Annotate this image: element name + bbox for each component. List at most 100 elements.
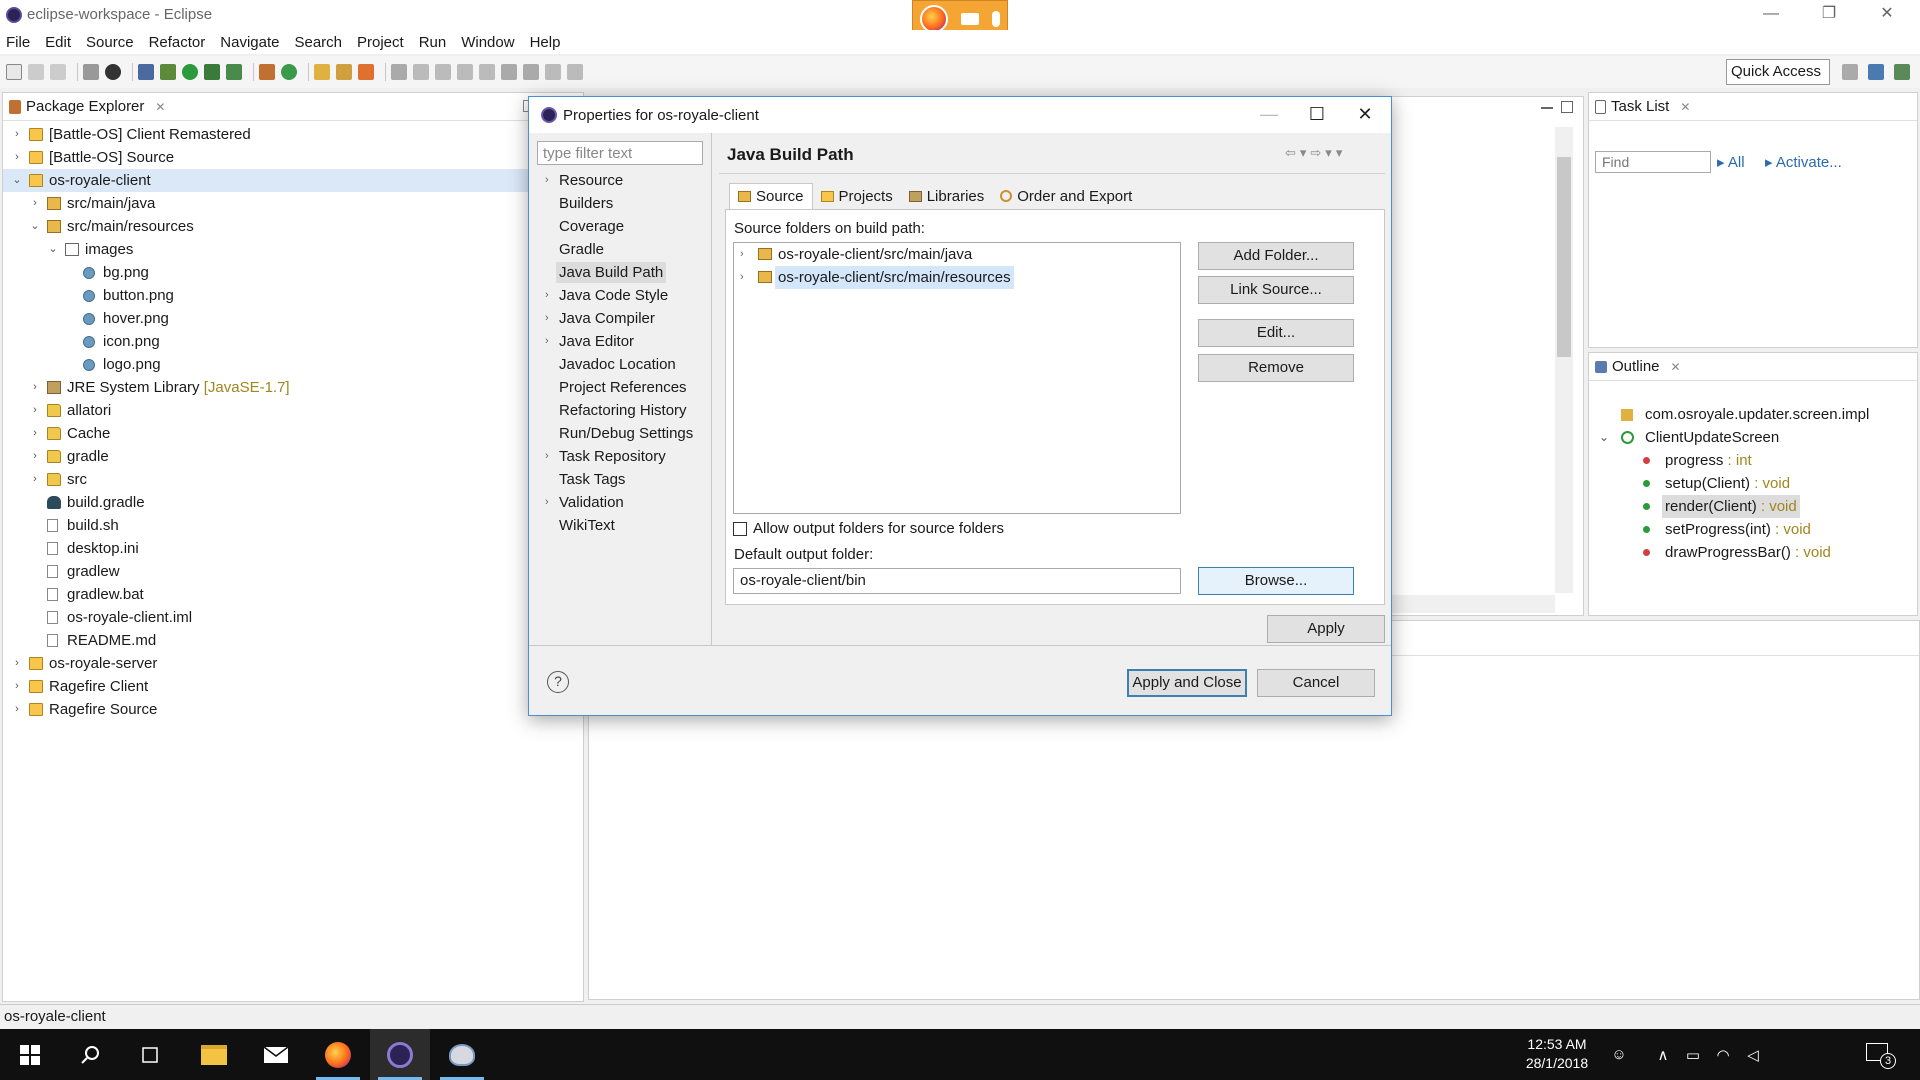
menu-file[interactable]: File — [6, 34, 30, 51]
tab-order-export[interactable]: Order and Export — [992, 183, 1140, 209]
property-page-item[interactable]: › Java Compiler — [529, 307, 711, 330]
chevron-down-icon[interactable]: ⌄ — [11, 169, 23, 192]
open-perspective-icon[interactable] — [1842, 64, 1858, 80]
chevron-right-icon[interactable]: › — [11, 675, 23, 698]
chevron-right-icon[interactable]: › — [29, 376, 41, 399]
package-explorer-tab[interactable]: Package Explorer ✕ — [9, 98, 165, 115]
block-selection-icon[interactable] — [457, 64, 473, 80]
chevron-right-icon[interactable]: › — [740, 243, 744, 266]
chevron-down-icon[interactable]: ⌄ — [29, 215, 41, 238]
debug-perspective-icon[interactable] — [1894, 64, 1910, 80]
chevron-right-icon[interactable]: › — [545, 284, 549, 307]
menu-window[interactable]: Window — [461, 34, 514, 51]
minimize-button[interactable]: — — [1742, 0, 1800, 30]
previous-annotation-icon[interactable] — [523, 64, 539, 80]
people-icon[interactable]: ☺ — [1610, 1046, 1628, 1063]
save-all-icon[interactable] — [50, 64, 66, 80]
close-tab-icon[interactable]: ✕ — [1671, 360, 1681, 374]
property-page-item[interactable]: Project References — [529, 376, 711, 399]
whitespace-icon[interactable] — [479, 64, 495, 80]
link-source-button[interactable]: Link Source... — [1198, 276, 1354, 304]
property-page-item[interactable]: Java Build Path — [529, 261, 711, 284]
property-page-item[interactable]: Builders — [529, 192, 711, 215]
help-icon[interactable]: ? — [547, 671, 569, 693]
tree-item[interactable]: gradlew — [3, 560, 583, 583]
menu-run[interactable]: Run — [419, 34, 447, 51]
checkbox-box[interactable] — [733, 521, 747, 536]
open-type-icon[interactable] — [314, 64, 330, 80]
outline-member[interactable]: render(Client) : void — [1589, 495, 1917, 518]
property-page-item[interactable]: › Validation — [529, 491, 711, 514]
edit-button[interactable]: Edit... — [1198, 319, 1354, 347]
mail-button[interactable] — [246, 1029, 306, 1080]
chevron-right-icon[interactable]: › — [545, 169, 549, 192]
task-view-button[interactable] — [120, 1029, 180, 1080]
forward-icon[interactable] — [567, 64, 583, 80]
chevron-right-icon[interactable]: › — [29, 468, 41, 491]
tree-item[interactable]: › [Battle-OS] Client Remastered — [3, 123, 583, 146]
tree-item[interactable]: README.md — [3, 629, 583, 652]
close-tab-icon[interactable]: ✕ — [1680, 100, 1690, 114]
property-page-item[interactable]: Run/Debug Settings — [529, 422, 711, 445]
tree-item[interactable]: › allatori — [3, 399, 583, 422]
quick-access-field[interactable]: Quick Access — [1726, 59, 1830, 85]
profile-icon[interactable] — [105, 64, 121, 80]
source-folder-item[interactable]: › os-royale-client/src/main/resources — [734, 266, 1180, 289]
tree-item[interactable]: logo.png — [3, 353, 583, 376]
dialog-close-button[interactable]: ✕ — [1341, 97, 1389, 133]
tree-item[interactable]: bg.png — [3, 261, 583, 284]
maximize-view-icon[interactable] — [1561, 101, 1573, 113]
new-java-package-icon[interactable] — [259, 64, 275, 80]
property-page-item[interactable]: › Java Code Style — [529, 284, 711, 307]
minimize-view-icon[interactable] — [1541, 107, 1553, 109]
chevron-right-icon[interactable]: › — [11, 146, 23, 169]
task-activate-link[interactable]: ▸ Activate... — [1765, 153, 1842, 171]
page-navigation[interactable]: ⇦▾⇨▾▾ — [1285, 145, 1346, 161]
java-perspective-icon[interactable] — [1868, 64, 1884, 80]
chevron-right-icon[interactable]: › — [29, 422, 41, 445]
start-button[interactable] — [0, 1029, 60, 1080]
new-icon[interactable] — [6, 64, 22, 80]
dialog-minimize-button[interactable]: — — [1245, 97, 1293, 133]
chevron-right-icon[interactable]: › — [29, 445, 41, 468]
source-folders-list[interactable]: › os-royale-client/src/main/java › os-royal… — [733, 242, 1181, 514]
tree-item[interactable]: desktop.ini — [3, 537, 583, 560]
menu-navigate[interactable]: Navigate — [220, 34, 279, 51]
coverage-icon[interactable] — [204, 64, 220, 80]
allow-output-checkbox[interactable]: Allow output folders for source folders — [733, 520, 1004, 537]
chevron-right-icon[interactable]: › — [545, 307, 549, 330]
chevron-right-icon[interactable]: › — [29, 192, 41, 215]
menu-refactor[interactable]: Refactor — [149, 34, 206, 51]
filter-input[interactable]: type filter text — [537, 141, 703, 165]
external-tools-icon[interactable] — [226, 64, 242, 80]
outline-member[interactable]: setProgress(int) : void — [1589, 518, 1917, 541]
apply-button[interactable]: Apply — [1267, 615, 1385, 643]
tree-item[interactable]: › [Battle-OS] Source — [3, 146, 583, 169]
vertical-scrollbar[interactable] — [1555, 127, 1573, 593]
tree-item[interactable]: › src/main/java — [3, 192, 583, 215]
toggle-mark-icon[interactable] — [435, 64, 451, 80]
tab-libraries[interactable]: Libraries — [901, 183, 993, 209]
chevron-right-icon[interactable]: › — [11, 698, 23, 721]
firefox-button[interactable] — [308, 1029, 368, 1080]
tab-projects[interactable]: Projects — [813, 183, 901, 209]
print-icon[interactable] — [83, 64, 99, 80]
property-page-item[interactable]: › Java Editor — [529, 330, 711, 353]
menu-edit[interactable]: Edit — [45, 34, 71, 51]
remove-button[interactable]: Remove — [1198, 354, 1354, 382]
chevron-down-icon[interactable]: ⌄ — [1599, 426, 1609, 449]
tree-item[interactable]: build.sh — [3, 514, 583, 537]
cancel-button[interactable]: Cancel — [1257, 669, 1375, 697]
close-tab-icon[interactable]: ✕ — [155, 100, 165, 114]
tree-item[interactable]: › Ragefire Source — [3, 698, 583, 721]
outline-member[interactable]: drawProgressBar() : void — [1589, 541, 1917, 564]
property-page-item[interactable]: › Resource — [529, 169, 711, 192]
run-icon[interactable] — [182, 64, 198, 80]
save-icon[interactable] — [28, 64, 44, 80]
task-find-input[interactable]: Find — [1595, 151, 1711, 173]
tree-item[interactable]: › src — [3, 468, 583, 491]
task-list-tab[interactable]: Task List ✕ — [1595, 98, 1690, 115]
property-page-item[interactable]: Gradle — [529, 238, 711, 261]
tree-item[interactable]: › Ragefire Client — [3, 675, 583, 698]
skip-breakpoints-icon[interactable] — [138, 64, 154, 80]
